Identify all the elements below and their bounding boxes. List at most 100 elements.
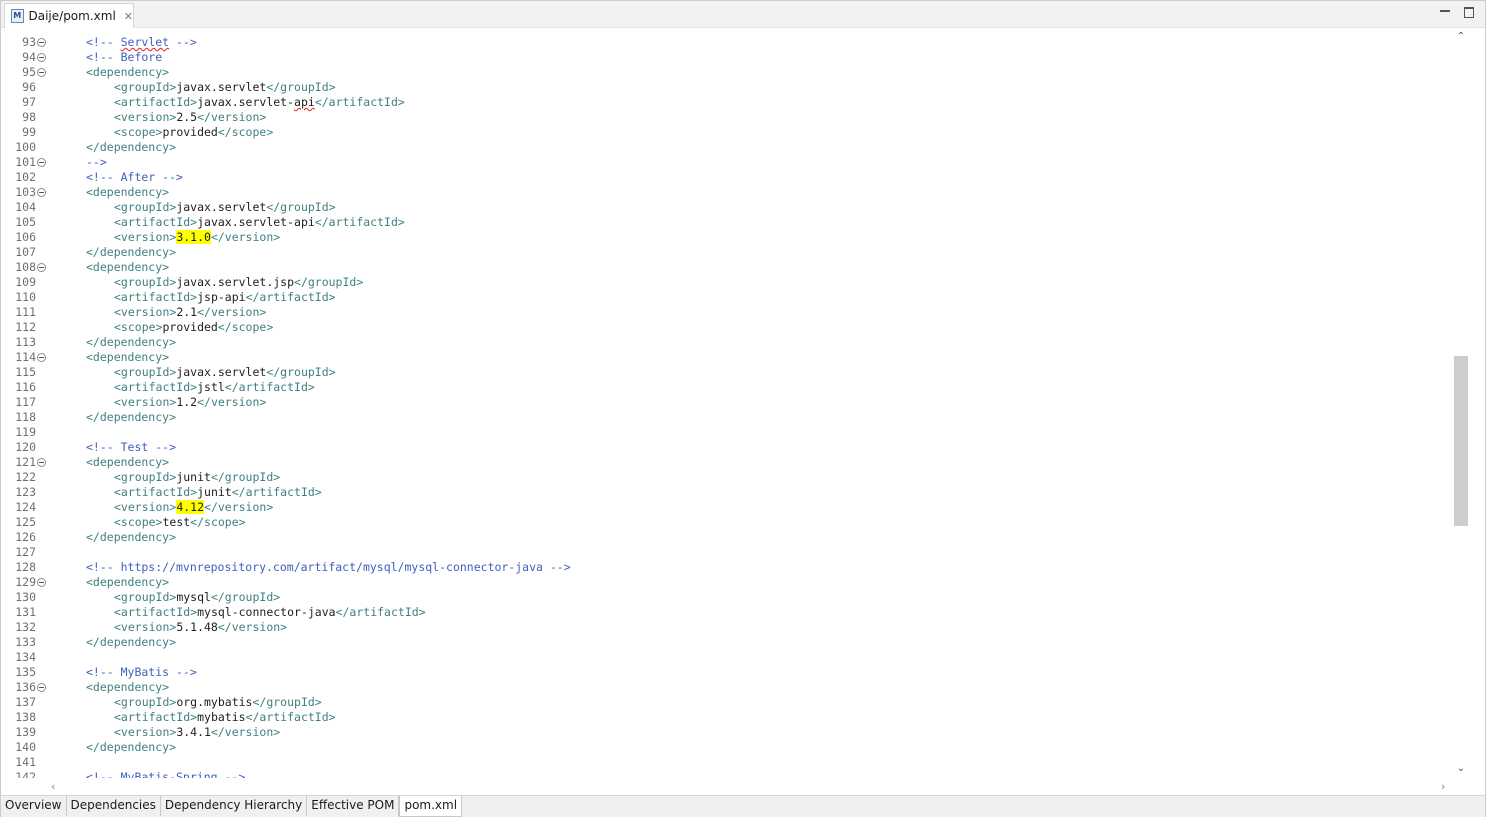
code-line[interactable]: 99 <scope>provided</scope> [1, 125, 1453, 140]
code-line[interactable]: 106 <version>3.1.0</version> [1, 230, 1453, 245]
xml-comment: <!-- https://mvnrepository.com/artifact/… [86, 560, 571, 574]
code-line[interactable]: 117 <version>1.2</version> [1, 395, 1453, 410]
code-line[interactable]: 135 <!-- MyBatis --> [1, 665, 1453, 680]
horizontal-scrollbar[interactable]: ‹ › [47, 778, 1453, 794]
xml-tag: </version> [210, 725, 281, 739]
code-text: <!-- MyBatis-Spring --> [86, 770, 245, 778]
code-line[interactable]: 115 <groupId>javax.servlet</groupId> [1, 365, 1453, 380]
code-line[interactable]: 114 <dependency> [1, 350, 1453, 365]
xml-tag: <groupId> [114, 590, 177, 604]
code-line[interactable]: 93 <!-- Servlet --> [1, 35, 1453, 50]
page-tab-dependencies[interactable]: Dependencies [67, 796, 161, 816]
code-text: <!-- Servlet --> [86, 35, 197, 50]
fold-toggle-icon[interactable] [37, 188, 46, 197]
code-line[interactable]: 97 <artifactId>javax.servlet-api</artifac… [1, 95, 1453, 110]
code-line[interactable]: 136 <dependency> [1, 680, 1453, 695]
code-text: <groupId>javax.servlet</groupId> [114, 200, 336, 215]
line-number: 133 [15, 635, 36, 649]
fold-toggle-icon[interactable] [37, 68, 46, 77]
code-line[interactable]: 123 <artifactId>junit</artifactId> [1, 485, 1453, 500]
fold-toggle-icon[interactable] [37, 458, 46, 467]
xml-tag: <artifactId> [114, 380, 198, 394]
fold-toggle-icon[interactable] [37, 53, 46, 62]
code-text: <artifactId>mybatis</artifactId> [114, 710, 336, 725]
code-line[interactable]: 122 <groupId>junit</groupId> [1, 470, 1453, 485]
code-line[interactable]: 138 <artifactId>mybatis</artifactId> [1, 710, 1453, 725]
code-text: <groupId>javax.servlet</groupId> [114, 80, 336, 95]
xml-tag: <groupId> [114, 470, 177, 484]
code-line[interactable]: 120 <!-- Test --> [1, 440, 1453, 455]
code-editor[interactable]: 93 <!-- Servlet --> 94 <!-- Before 95 <depend… [1, 28, 1453, 778]
close-icon[interactable]: ✕ [124, 10, 133, 23]
page-tab-effective-pom[interactable]: Effective POM [307, 796, 400, 816]
code-line[interactable]: 109 <groupId>javax.servlet.jsp</groupId> [1, 275, 1453, 290]
code-line[interactable]: 112 <scope>provided</scope> [1, 320, 1453, 335]
code-text: <version>5.1.48</version> [114, 620, 287, 635]
page-tab-dependency-hierarchy[interactable]: Dependency Hierarchy [161, 796, 308, 816]
code-line[interactable]: 125 <scope>test</scope> [1, 515, 1453, 530]
page-tab-pom-xml[interactable]: pom.xml [399, 796, 463, 817]
scrollbar-thumb[interactable] [1454, 356, 1468, 526]
code-line[interactable]: 100 </dependency> [1, 140, 1453, 155]
scroll-down-icon[interactable]: ⌄ [1456, 764, 1466, 774]
xml-value: mysql-connector-java [197, 605, 336, 619]
scroll-left-icon[interactable]: ‹ [51, 780, 55, 793]
maximize-icon[interactable] [1462, 5, 1476, 19]
code-line[interactable]: 137 <groupId>org.mybatis</groupId> [1, 695, 1453, 710]
line-number: 101 [15, 155, 36, 169]
code-line[interactable]: 104 <groupId>javax.servlet</groupId> [1, 200, 1453, 215]
code-line[interactable]: 118 </dependency> [1, 410, 1453, 425]
code-line[interactable]: 127 [1, 545, 1453, 560]
code-line[interactable]: 140 </dependency> [1, 740, 1453, 755]
code-line[interactable]: 121 <dependency> [1, 455, 1453, 470]
code-line[interactable]: 128 <!-- https://mvnrepository.com/artifa… [1, 560, 1453, 575]
code-text: <scope>provided</scope> [114, 320, 273, 335]
code-line[interactable]: 95 <dependency> [1, 65, 1453, 80]
xml-tag: </groupId> [266, 80, 336, 94]
code-line[interactable]: 113 </dependency> [1, 335, 1453, 350]
fold-toggle-icon[interactable] [37, 38, 46, 47]
code-line[interactable]: 103 <dependency> [1, 185, 1453, 200]
code-line[interactable]: 108 <dependency> [1, 260, 1453, 275]
code-line[interactable]: 107 </dependency> [1, 245, 1453, 260]
page-tab-overview[interactable]: Overview [1, 796, 67, 816]
vertical-scrollbar[interactable]: ⌃ ⌄ [1453, 28, 1469, 778]
code-line[interactable]: 98 <version>2.5</version> [1, 110, 1453, 125]
code-line[interactable]: 101 --> [1, 155, 1453, 170]
code-line[interactable]: 134 [1, 650, 1453, 665]
code-line[interactable]: 110 <artifactId>jsp-api</artifactId> [1, 290, 1453, 305]
minimize-icon[interactable] [1438, 5, 1452, 19]
fold-toggle-icon[interactable] [37, 578, 46, 587]
code-line[interactable]: 129 <dependency> [1, 575, 1453, 590]
code-line[interactable]: 133 </dependency> [1, 635, 1453, 650]
code-line[interactable]: 124 <version>4.12</version> [1, 500, 1453, 515]
editor-tab-pom[interactable]: M Daije/pom.xml ✕ [4, 3, 134, 28]
fold-toggle-icon[interactable] [37, 683, 46, 692]
code-line[interactable]: 139 <version>3.4.1</version> [1, 725, 1453, 740]
code-line[interactable]: 96 <groupId>javax.servlet</groupId> [1, 80, 1453, 95]
scroll-right-icon[interactable]: › [1441, 780, 1445, 793]
code-line[interactable]: 105 <artifactId>javax.servlet-api</artifa… [1, 215, 1453, 230]
line-number: 132 [15, 620, 36, 634]
fold-toggle-icon[interactable] [37, 263, 46, 272]
code-line[interactable]: 126 </dependency> [1, 530, 1453, 545]
line-number: 113 [15, 335, 36, 349]
code-line[interactable]: 142 <!-- MyBatis-Spring --> [1, 770, 1453, 778]
code-line[interactable]: 94 <!-- Before [1, 50, 1453, 65]
code-line[interactable]: 102 <!-- After --> [1, 170, 1453, 185]
code-line[interactable]: 130 <groupId>mysql</groupId> [1, 590, 1453, 605]
code-line[interactable]: 119 [1, 425, 1453, 440]
code-text: <!-- https://mvnrepository.com/artifact/… [86, 560, 571, 575]
fold-toggle-icon[interactable] [37, 353, 46, 362]
code-line[interactable]: 132 <version>5.1.48</version> [1, 620, 1453, 635]
xml-tag: </groupId> [252, 695, 322, 709]
fold-toggle-icon[interactable] [37, 158, 46, 167]
code-text: <artifactId>mysql-connector-java</artifa… [114, 605, 426, 620]
code-line[interactable]: 141 [1, 755, 1453, 770]
code-text: <groupId>mysql</groupId> [114, 590, 280, 605]
code-line[interactable]: 111 <version>2.1</version> [1, 305, 1453, 320]
scroll-up-icon[interactable]: ⌃ [1456, 32, 1466, 42]
code-line[interactable]: 116 <artifactId>jstl</artifactId> [1, 380, 1453, 395]
code-text: <artifactId>javax.servlet-api</artifactI… [114, 95, 405, 110]
code-line[interactable]: 131 <artifactId>mysql-connector-java</art… [1, 605, 1453, 620]
